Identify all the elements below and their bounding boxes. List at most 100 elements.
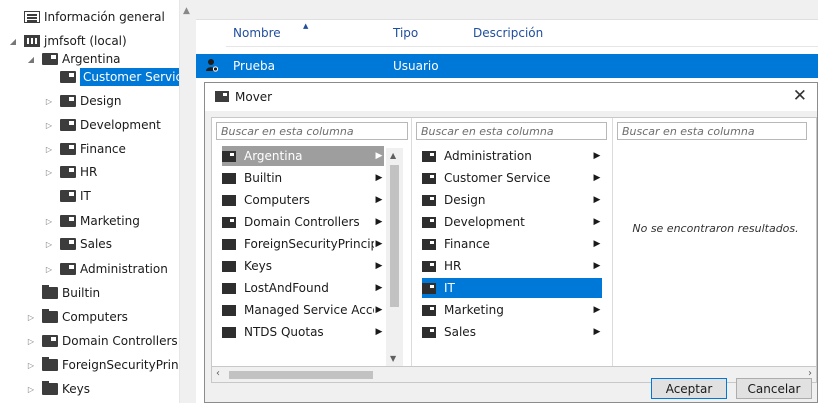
chevron-right-icon[interactable]: ▶: [374, 327, 384, 337]
tree-item-keys[interactable]: ▷ Keys: [26, 378, 90, 400]
column-header-tipo[interactable]: Tipo: [393, 26, 418, 40]
column-item-ntds-quotas[interactable]: NTDS Quotas ▶: [222, 322, 384, 342]
chevron-right-icon[interactable]: ▶: [592, 261, 602, 271]
scroll-left-arrow-icon[interactable]: ‹: [216, 368, 220, 379]
column-item-it[interactable]: IT: [422, 278, 602, 298]
column-item-label: LostAndFound: [244, 281, 329, 295]
tree-item-hr[interactable]: ▷ HR: [44, 161, 97, 183]
tree-item-customer-service[interactable]: Customer Service: [44, 66, 193, 88]
tree-item-sales[interactable]: ▷ Sales: [44, 233, 112, 255]
column-item-domain-controllers[interactable]: Domain Controllers ▶: [222, 212, 384, 232]
ou-icon: [422, 260, 436, 272]
column-item-development[interactable]: Development ▶: [422, 212, 602, 232]
expand-arrow-icon[interactable]: ▷: [44, 217, 54, 226]
column-item-customer-service[interactable]: Customer Service ▶: [422, 168, 602, 188]
chevron-right-icon[interactable]: ▶: [592, 327, 602, 337]
info-icon: [24, 11, 40, 23]
chevron-right-icon[interactable]: ▶: [592, 173, 602, 183]
expand-arrow-icon[interactable]: ▷: [26, 337, 36, 346]
chevron-right-icon[interactable]: ▶: [592, 151, 602, 161]
expand-arrow-icon[interactable]: ▷: [44, 145, 54, 154]
ou-icon: [422, 216, 436, 228]
tree-item-builtin[interactable]: Builtin: [26, 282, 100, 304]
tree-item-foreignsecurityprincip[interactable]: ▷ ForeignSecurityPrincip: [26, 354, 196, 376]
sort-ascending-icon: ▲: [303, 22, 309, 30]
expand-arrow-icon[interactable]: ▷: [26, 361, 36, 370]
chevron-right-icon[interactable]: ▶: [592, 195, 602, 205]
tree-scrollbar[interactable]: ▲: [179, 0, 196, 403]
tree-item-informaci-n-general[interactable]: Información general: [8, 6, 165, 28]
chevron-right-icon[interactable]: ▶: [592, 217, 602, 227]
chevron-right-icon[interactable]: ▶: [374, 305, 384, 315]
scrollbar-thumb[interactable]: [390, 165, 399, 307]
tree-item-development[interactable]: ▷ Development: [44, 114, 161, 136]
tree-item-computers[interactable]: ▷ Computers: [26, 306, 128, 328]
tree-item-label: Keys: [62, 382, 91, 396]
list-row-selected[interactable]: Prueba Usuario: [196, 54, 818, 78]
chevron-right-icon[interactable]: ▶: [374, 151, 384, 161]
tree-item-marketing[interactable]: ▷ Marketing: [44, 210, 140, 232]
scroll-up-arrow-icon[interactable]: ▲: [390, 151, 396, 160]
column-3-search-input[interactable]: [617, 122, 807, 140]
column-header-descripcion[interactable]: Descripción: [473, 26, 543, 40]
column-item-finance[interactable]: Finance ▶: [422, 234, 602, 254]
folder-icon: [42, 309, 58, 323]
column-1-search-input[interactable]: [216, 122, 408, 140]
dialog-title: Mover: [235, 90, 273, 104]
column-item-marketing[interactable]: Marketing ▶: [422, 300, 602, 320]
no-results-message: No se encontraron resultados.: [632, 222, 799, 235]
tree-item-design[interactable]: ▷ Design: [44, 90, 122, 112]
close-icon[interactable]: ✕: [793, 86, 807, 106]
column-item-computers[interactable]: Computers ▶: [222, 190, 384, 210]
column-item-sales[interactable]: Sales ▶: [422, 322, 602, 342]
user-icon: [206, 59, 219, 72]
column-item-lostandfound[interactable]: LostAndFound ▶: [222, 278, 384, 298]
column-item-hr[interactable]: HR ▶: [422, 256, 602, 276]
tree-item-it[interactable]: IT: [44, 185, 91, 207]
column-item-builtin[interactable]: Builtin ▶: [222, 168, 384, 188]
ou-icon: [422, 150, 436, 162]
column-header-nombre[interactable]: Nombre: [233, 26, 281, 40]
column-item-administration[interactable]: Administration ▶: [422, 146, 602, 166]
ou-icon: [222, 216, 236, 228]
expand-arrow-icon[interactable]: ▷: [44, 97, 54, 106]
collapse-arrow-icon[interactable]: ◢: [8, 37, 18, 46]
column-1-scrollbar[interactable]: ▲ ▼: [386, 148, 403, 366]
header-divider: [226, 46, 818, 47]
chevron-right-icon[interactable]: ▶: [374, 239, 384, 249]
scroll-down-arrow-icon[interactable]: ▼: [390, 354, 396, 363]
scroll-up-arrow-icon[interactable]: ▲: [183, 6, 190, 16]
column-item-design[interactable]: Design ▶: [422, 190, 602, 210]
tree-item-label: ForeignSecurityPrincip: [62, 358, 196, 372]
collapse-arrow-icon[interactable]: ◢: [26, 55, 36, 64]
tree-item-label: Sales: [80, 237, 112, 251]
expand-arrow-icon[interactable]: ▷: [44, 121, 54, 130]
tree-item-domain-controllers[interactable]: ▷ Domain Controllers: [26, 330, 178, 352]
expand-arrow-icon[interactable]: ▷: [44, 168, 54, 177]
tree-item-administration[interactable]: ▷ Administration: [44, 258, 168, 280]
expand-arrow-icon[interactable]: ▷: [44, 240, 54, 249]
accept-button[interactable]: Aceptar: [651, 378, 727, 399]
chevron-right-icon[interactable]: ▶: [374, 195, 384, 205]
horizontal-scrollbar-thumb[interactable]: [229, 371, 373, 379]
cancel-button[interactable]: Cancelar: [736, 378, 812, 399]
column-2-search-input[interactable]: [416, 122, 607, 140]
chevron-right-icon[interactable]: ▶: [592, 239, 602, 249]
column-item-label: Administration: [444, 149, 532, 163]
tree-item-finance[interactable]: ▷ Finance: [44, 138, 126, 160]
expand-arrow-icon[interactable]: ▷: [26, 385, 36, 394]
column-item-keys[interactable]: Keys ▶: [222, 256, 384, 276]
column-item-foreignsecurityprincipa[interactable]: ForeignSecurityPrincipa ▶: [222, 234, 384, 254]
chevron-right-icon[interactable]: ▶: [374, 283, 384, 293]
column-item-label: HR: [444, 259, 462, 273]
column-item-argentina[interactable]: Argentina ▶: [222, 146, 384, 166]
chevron-right-icon[interactable]: ▶: [592, 305, 602, 315]
column-item-managed-service-accou[interactable]: Managed Service Accou ▶: [222, 300, 384, 320]
chevron-right-icon[interactable]: ▶: [374, 217, 384, 227]
list-cell-name: Prueba: [233, 59, 275, 73]
chevron-right-icon[interactable]: ▶: [374, 261, 384, 271]
expand-arrow-icon[interactable]: ▷: [44, 265, 54, 274]
tree-item-label: Argentina: [62, 52, 121, 66]
chevron-right-icon[interactable]: ▶: [374, 173, 384, 183]
expand-arrow-icon[interactable]: ▷: [26, 313, 36, 322]
